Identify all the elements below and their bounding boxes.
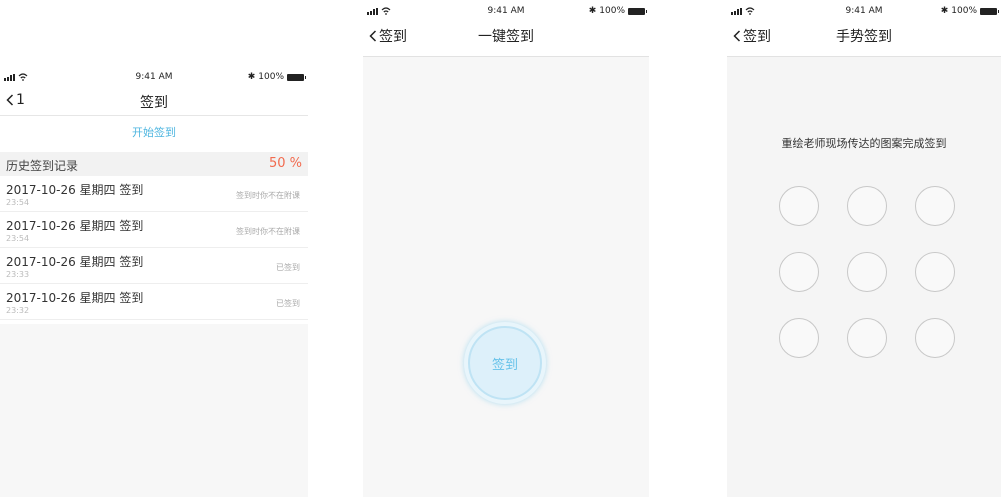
record-status: 签到时你不在附课: [236, 227, 300, 236]
pattern-dot[interactable]: [779, 318, 819, 358]
pattern-dot[interactable]: [915, 186, 955, 226]
record-title: 2017-10-26 星期四 签到: [6, 219, 144, 233]
gesture-pattern-grid[interactable]: [779, 186, 959, 358]
bluetooth-icon: ✱: [247, 72, 256, 82]
pattern-dot[interactable]: [847, 318, 887, 358]
record-time: 23:33: [6, 270, 30, 279]
nav-bar: 1 签到: [0, 88, 308, 114]
pattern-dot[interactable]: [915, 252, 955, 292]
divider: [727, 56, 1001, 57]
battery-icon: [628, 7, 647, 15]
battery-icon: [287, 73, 306, 81]
record-title: 2017-10-26 星期四 签到: [6, 291, 144, 305]
record-time: 23:32: [6, 306, 30, 315]
start-checkin-button[interactable]: 开始签到: [0, 116, 308, 150]
pattern-dot[interactable]: [847, 186, 887, 226]
record-title: 2017-10-26 星期四 签到: [6, 183, 144, 197]
pattern-dot[interactable]: [915, 318, 955, 358]
battery-percent: 100%: [951, 6, 977, 16]
record-status: 已签到: [276, 299, 300, 308]
battery-percent: 100%: [258, 72, 284, 82]
screen-checkin-history: 9:41 AM ✱ 100% 1 签到 开始签到 历史签到记录 50 % 201…: [0, 66, 308, 497]
record-time: 23:54: [6, 234, 30, 243]
status-bar: 9:41 AM ✱ 100%: [0, 66, 308, 88]
pattern-dot[interactable]: [779, 186, 819, 226]
status-bar: 9:41 AM ✱ 100%: [727, 0, 1001, 22]
list-item[interactable]: 2017-10-26 星期四 签到 23:33 已签到: [0, 248, 308, 284]
record-title: 2017-10-26 星期四 签到: [6, 255, 144, 269]
empty-area: [0, 324, 308, 497]
nav-bar: 签到 一键签到: [363, 22, 649, 48]
list-item[interactable]: 2017-10-26 星期四 签到 23:32 已签到: [0, 284, 308, 320]
battery-percent: 100%: [599, 6, 625, 16]
status-bar: 9:41 AM ✱ 100%: [363, 0, 649, 22]
nav-bar: 签到 手势签到: [727, 22, 1001, 48]
history-list: 2017-10-26 星期四 签到 23:54 签到时你不在附课 2017-10…: [0, 176, 308, 320]
record-time: 23:54: [6, 198, 30, 207]
list-item[interactable]: 2017-10-26 星期四 签到 23:54 签到时你不在附课: [0, 212, 308, 248]
page-title: 手势签到: [836, 29, 892, 45]
history-label: 历史签到记录: [6, 159, 79, 173]
history-header: 历史签到记录 50 %: [0, 152, 308, 176]
pattern-dot[interactable]: [847, 252, 887, 292]
screen-one-tap-checkin: 9:41 AM ✱ 100% 签到 一键签到 签到: [363, 0, 649, 497]
checkin-button[interactable]: 签到: [468, 326, 542, 400]
battery-icon: [980, 7, 999, 15]
pattern-dot[interactable]: [779, 252, 819, 292]
attendance-percent: 50 %: [268, 156, 302, 171]
record-status: 签到时你不在附课: [236, 191, 300, 200]
screen-gesture-checkin: 9:41 AM ✱ 100% 签到 手势签到 重绘老师现场传达的图案完成签到: [727, 0, 1001, 497]
bluetooth-icon: ✱: [588, 6, 597, 16]
page-title: 签到: [140, 95, 168, 111]
page-title: 一键签到: [478, 29, 534, 45]
divider: [363, 56, 649, 57]
gesture-prompt: 重绘老师现场传达的图案完成签到: [781, 137, 947, 150]
record-status: 已签到: [276, 263, 300, 272]
bluetooth-icon: ✱: [940, 6, 949, 16]
list-item[interactable]: 2017-10-26 星期四 签到 23:54 签到时你不在附课: [0, 176, 308, 212]
